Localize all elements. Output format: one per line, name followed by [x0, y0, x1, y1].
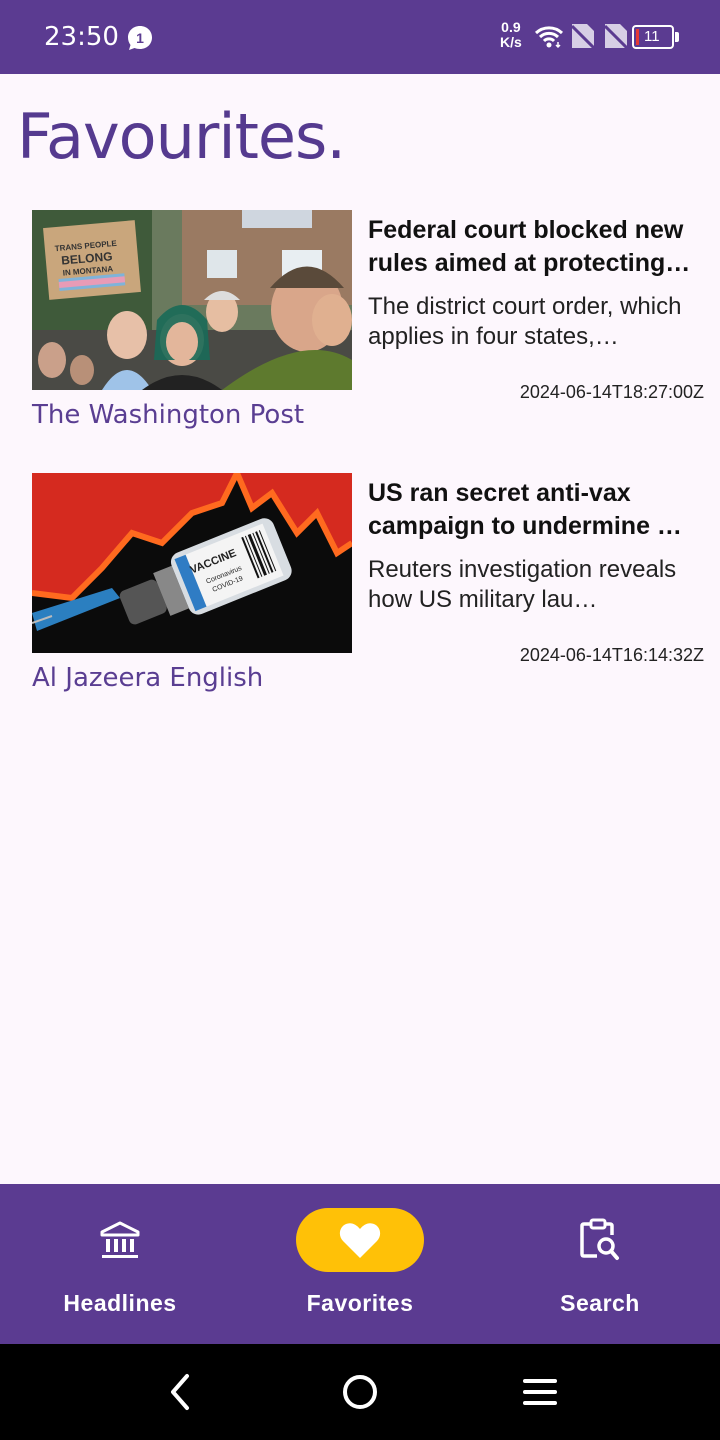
message-bubble-icon: 1 — [128, 26, 152, 50]
status-time: 23:50 — [44, 22, 119, 52]
article-headline: Federal court blocked new rules aimed at… — [368, 216, 691, 277]
clipboard-search-icon — [580, 1218, 619, 1260]
nav-item-search[interactable]: Search — [480, 1184, 720, 1344]
article-headline: US ran secret anti-vax campaign to under… — [368, 479, 682, 540]
status-bar: 23:50 1 0.9 K/s 11 — [0, 0, 720, 74]
wifi-icon — [534, 26, 564, 49]
article-card[interactable]: TRANS PEOPLE BELONG IN MONTANA Federal c… — [0, 210, 720, 450]
net-speed-unit: K/s — [500, 34, 522, 50]
nav-item-favorites[interactable]: Favorites — [240, 1184, 480, 1344]
battery-icon: 11 — [632, 25, 674, 49]
menu-icon[interactable] — [520, 1372, 560, 1412]
system-navigation-bar — [0, 1344, 720, 1440]
nav-icon-container — [296, 1208, 424, 1272]
notification-count: 1 — [136, 30, 144, 46]
article-card[interactable]: VACCINE Coronavirus COVID-19 US ran secr… — [0, 473, 720, 713]
nav-label: Favorites — [306, 1290, 414, 1316]
nav-item-headlines[interactable]: Headlines — [0, 1184, 240, 1344]
article-timestamp: 2024-06-14T16:14:32Z — [519, 645, 704, 665]
bank-icon — [100, 1221, 140, 1258]
no-sim-icon — [572, 24, 594, 48]
net-speed: 0.9 K/s — [500, 20, 522, 50]
back-icon[interactable] — [160, 1372, 200, 1412]
article-image: VACCINE Coronavirus COVID-19 — [32, 473, 352, 653]
battery-tip — [675, 32, 679, 42]
net-speed-value: 0.9 — [501, 19, 521, 35]
article-source: The Washington Post — [32, 400, 305, 430]
nav-label: Headlines — [63, 1290, 177, 1316]
heart-icon — [339, 1223, 381, 1258]
battery-level-fill — [636, 29, 639, 45]
nav-icon-container — [536, 1208, 664, 1272]
no-sim-icon — [605, 24, 627, 48]
nav-label: Search — [560, 1290, 640, 1316]
article-image: TRANS PEOPLE BELONG IN MONTANA — [32, 210, 352, 390]
page-title: Favourites. — [17, 100, 346, 173]
article-summary: Reuters investigation reveals how US mil… — [368, 556, 677, 613]
article-summary: The district court order, which applies … — [368, 293, 682, 350]
bottom-navigation: Headlines Favorites Search — [0, 1184, 720, 1344]
article-timestamp: 2024-06-14T18:27:00Z — [519, 382, 704, 402]
battery-level: 11 — [644, 28, 660, 45]
home-icon[interactable] — [340, 1372, 380, 1412]
nav-icon-container — [56, 1208, 184, 1272]
article-source: Al Jazeera English — [32, 663, 264, 693]
